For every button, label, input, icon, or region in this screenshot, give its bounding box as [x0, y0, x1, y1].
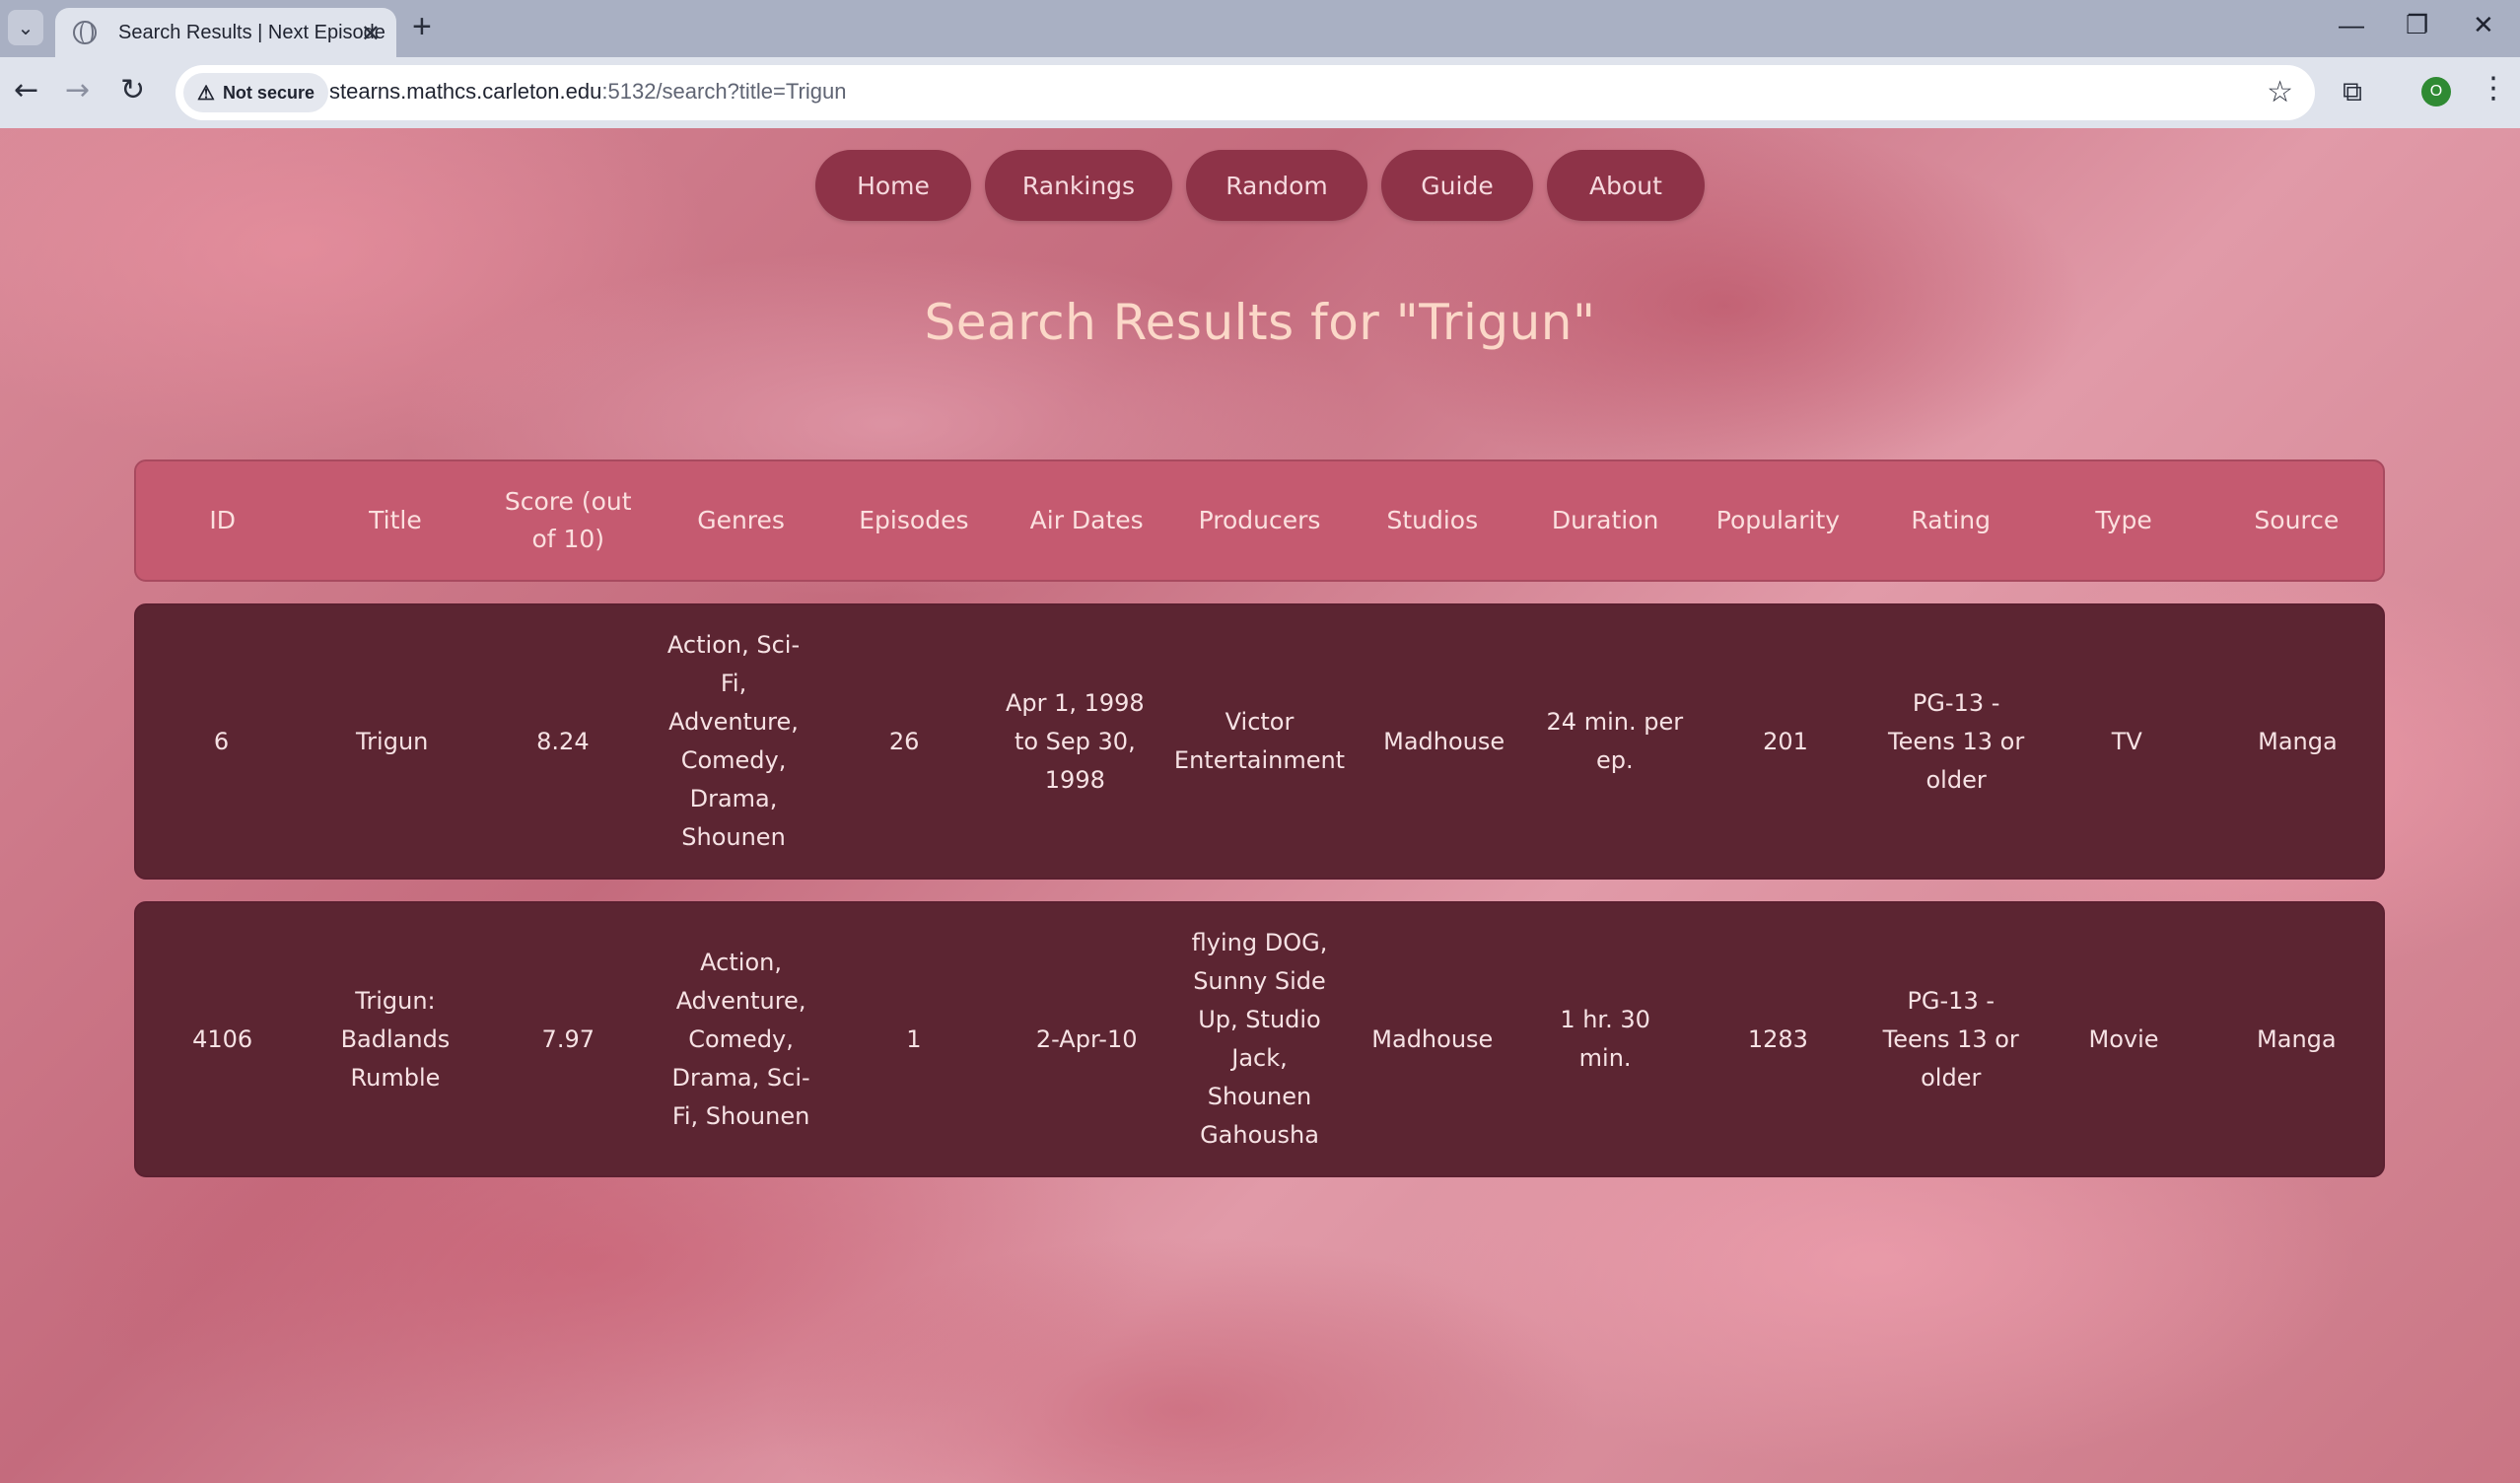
air-dates-cell: 2-Apr-10 — [1035, 1024, 1138, 1053]
browser-toolbar: ← → ↻ ⚠ Not secure stearns.mathcs.carlet… — [0, 57, 2520, 128]
score-cell: 7.97 — [541, 1024, 595, 1053]
id-cell: 4106 — [192, 1024, 253, 1053]
close-tab-icon[interactable]: ✕ — [361, 20, 381, 47]
producers-cell: flying DOG, Sunny Side Up, Studio Jack, … — [1191, 929, 1328, 1149]
site-nav: Home Rankings Random Guide About — [0, 150, 2520, 221]
reload-icon[interactable]: ↻ — [120, 73, 145, 107]
column-header: Studios — [1386, 506, 1479, 534]
minimize-icon[interactable]: — — [2339, 10, 2364, 40]
address-bar[interactable]: ⚠ Not secure stearns.mathcs.carleton.edu… — [175, 65, 2315, 120]
rating-cell: PG-13 - Teens 13 or older — [1882, 986, 2019, 1092]
genres-cell: Action, Sci-Fi, Adventure, Comedy, Drama… — [666, 631, 801, 851]
tab-search-button[interactable]: ⌄ — [8, 10, 43, 45]
profile-avatar[interactable]: O — [2421, 77, 2451, 106]
tab-title: Search Results | Next Episode — [118, 21, 385, 43]
genres-cell: Action, Adventure, Comedy, Drama, Sci-Fi… — [671, 948, 810, 1130]
column-header: Rating — [1911, 506, 1992, 534]
column-header: Title — [369, 506, 422, 534]
restore-icon[interactable]: ❐ — [2406, 10, 2428, 40]
globe-icon — [73, 21, 97, 44]
studios-cell: Madhouse — [1383, 727, 1505, 755]
duration-cell: 24 min. per ep. — [1546, 708, 1684, 774]
url-path: :5132/search?title=Trigun — [601, 79, 847, 104]
type-cell: TV — [2111, 727, 2142, 755]
nav-random-button[interactable]: Random — [1186, 150, 1367, 221]
url-host: stearns.mathcs.carleton.edu — [329, 79, 602, 104]
nav-home-button[interactable]: Home — [815, 150, 971, 221]
browser-tab[interactable]: Search Results | Next Episode ✕ — [55, 8, 396, 57]
score-cell: 8.24 — [536, 727, 590, 755]
extensions-icon[interactable]: ⧉ — [2343, 75, 2362, 108]
column-header: Popularity — [1715, 506, 1841, 534]
nav-about-button[interactable]: About — [1547, 150, 1705, 221]
nav-rankings-button[interactable]: Rankings — [985, 150, 1172, 221]
column-header: Genres — [697, 506, 785, 534]
column-header: Source — [2254, 506, 2340, 534]
url-text[interactable]: stearns.mathcs.carleton.edu:5132/search?… — [329, 79, 846, 105]
column-header: Score (out of 10) — [504, 487, 632, 553]
source-cell: Manga — [2258, 727, 2338, 755]
studios-cell: Madhouse — [1371, 1024, 1494, 1053]
column-header: Duration — [1551, 506, 1659, 534]
title-cell[interactable]: Trigun — [307, 723, 477, 761]
duration-cell: 1 hr. 30 min. — [1560, 1006, 1650, 1072]
browser-tab-bar: ⌄ Search Results | Next Episode ✕ + — ❐ … — [0, 0, 2520, 57]
episodes-cell: 26 — [888, 727, 920, 755]
air-dates-cell: Apr 1, 1998 to Sep 30, 1998 — [1005, 688, 1145, 794]
forward-arrow-icon[interactable]: → — [65, 73, 90, 107]
nav-guide-button[interactable]: Guide — [1381, 150, 1533, 221]
popularity-cell: 1283 — [1747, 1024, 1808, 1053]
id-cell: 6 — [213, 727, 230, 755]
column-header: ID — [209, 506, 236, 534]
source-cell: Manga — [2257, 1024, 2337, 1053]
back-arrow-icon[interactable]: ← — [14, 73, 38, 107]
security-chip[interactable]: ⚠ Not secure — [183, 73, 328, 112]
type-cell: Movie — [2088, 1024, 2159, 1053]
episodes-cell: 1 — [906, 1024, 922, 1053]
new-tab-button[interactable]: + — [412, 8, 432, 46]
table-row[interactable]: 4106 Trigun: Badlands Rumble 7.97 Action… — [134, 901, 2385, 1177]
producers-cell: Victor Entertainment — [1173, 708, 1346, 774]
table-row[interactable]: 6 Trigun 8.24 Action, Sci-Fi, Adventure,… — [134, 603, 2385, 880]
rating-cell: PG-13 - Teens 13 or older — [1888, 688, 2025, 794]
column-header: Producers — [1198, 506, 1321, 534]
table-header-row: ID Title Score (out of 10) Genres Episod… — [134, 459, 2385, 582]
page-content: Home Rankings Random Guide About Search … — [0, 128, 2520, 1483]
column-header: Episodes — [859, 506, 969, 534]
security-label: Not secure — [222, 82, 315, 103]
browser-menu-icon[interactable]: ⋮ — [2479, 71, 2508, 106]
column-header: Air Dates — [1029, 506, 1144, 534]
window-close-icon[interactable]: ✕ — [2473, 10, 2494, 40]
warning-icon: ⚠ — [197, 82, 215, 105]
bookmark-star-icon[interactable]: ☆ — [2267, 75, 2293, 109]
title-cell[interactable]: Trigun: Badlands Rumble — [309, 982, 481, 1097]
column-header: Type — [2095, 506, 2152, 534]
popularity-cell: 201 — [1763, 727, 1808, 755]
results-table: ID Title Score (out of 10) Genres Episod… — [134, 459, 2385, 1177]
page-title: Search Results for "Trigun" — [924, 294, 1596, 351]
